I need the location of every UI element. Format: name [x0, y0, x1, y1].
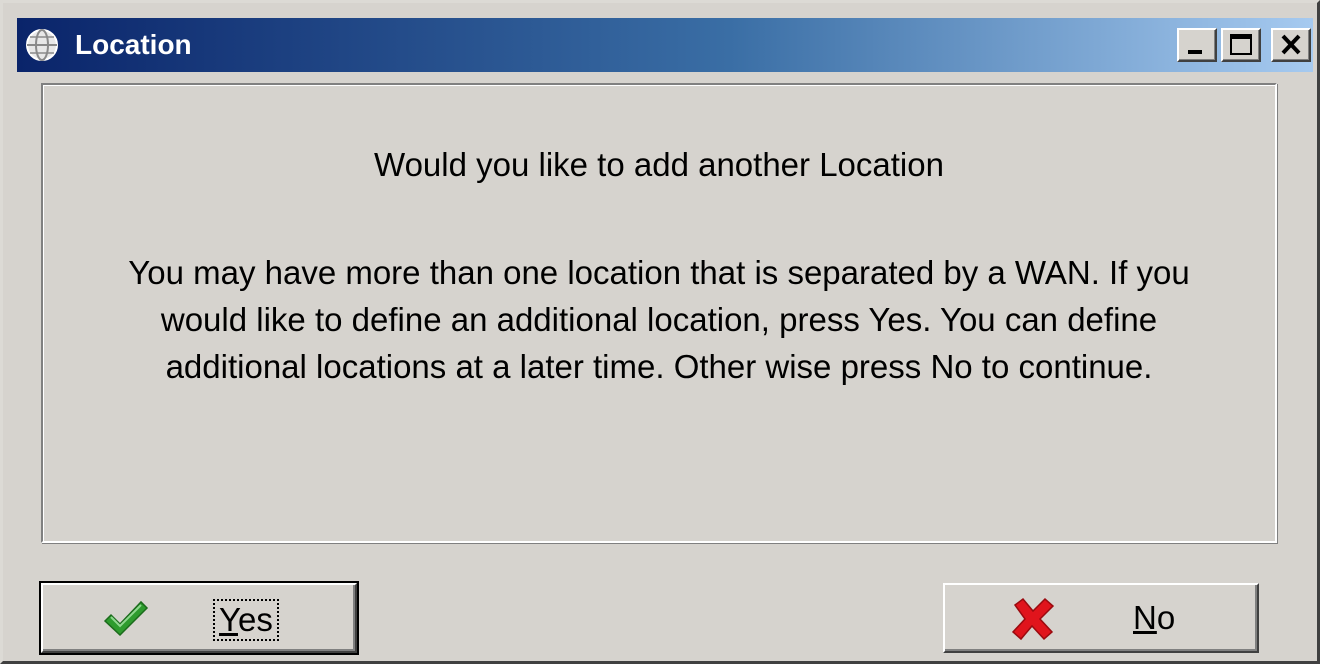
maximize-button[interactable]	[1221, 28, 1261, 62]
yes-button[interactable]: Yes	[39, 581, 359, 655]
no-mnemonic: N	[1133, 599, 1157, 636]
yes-button-label: Yes	[213, 599, 279, 641]
close-button[interactable]	[1271, 28, 1311, 62]
close-icon	[1281, 34, 1301, 55]
location-dialog-window: Location Would you like to add another L…	[0, 0, 1320, 664]
x-icon	[1009, 597, 1057, 641]
yes-label-rest: es	[237, 601, 273, 638]
no-label-rest: o	[1156, 599, 1176, 636]
yes-mnemonic: Y	[219, 601, 238, 638]
minimize-button[interactable]	[1177, 28, 1217, 62]
dialog-message: You may have more than one location that…	[43, 249, 1275, 390]
window-title: Location	[75, 29, 192, 60]
message-line: You may have more than one location that…	[128, 254, 1190, 291]
message-line: would like to define an additional locat…	[160, 301, 1158, 338]
no-button-label: No	[1133, 599, 1175, 637]
checkmark-icon	[101, 597, 149, 641]
minimize-icon	[1188, 50, 1202, 54]
title-bar[interactable]: Location	[17, 18, 1313, 72]
globe-icon	[25, 28, 59, 62]
message-line: additional locations at a later time. Ot…	[165, 348, 1153, 385]
no-button[interactable]: No	[943, 583, 1259, 653]
message-panel: Would you like to add another Location Y…	[41, 83, 1277, 543]
dialog-heading: Would you like to add another Location	[374, 146, 944, 183]
maximize-icon	[1230, 34, 1252, 55]
